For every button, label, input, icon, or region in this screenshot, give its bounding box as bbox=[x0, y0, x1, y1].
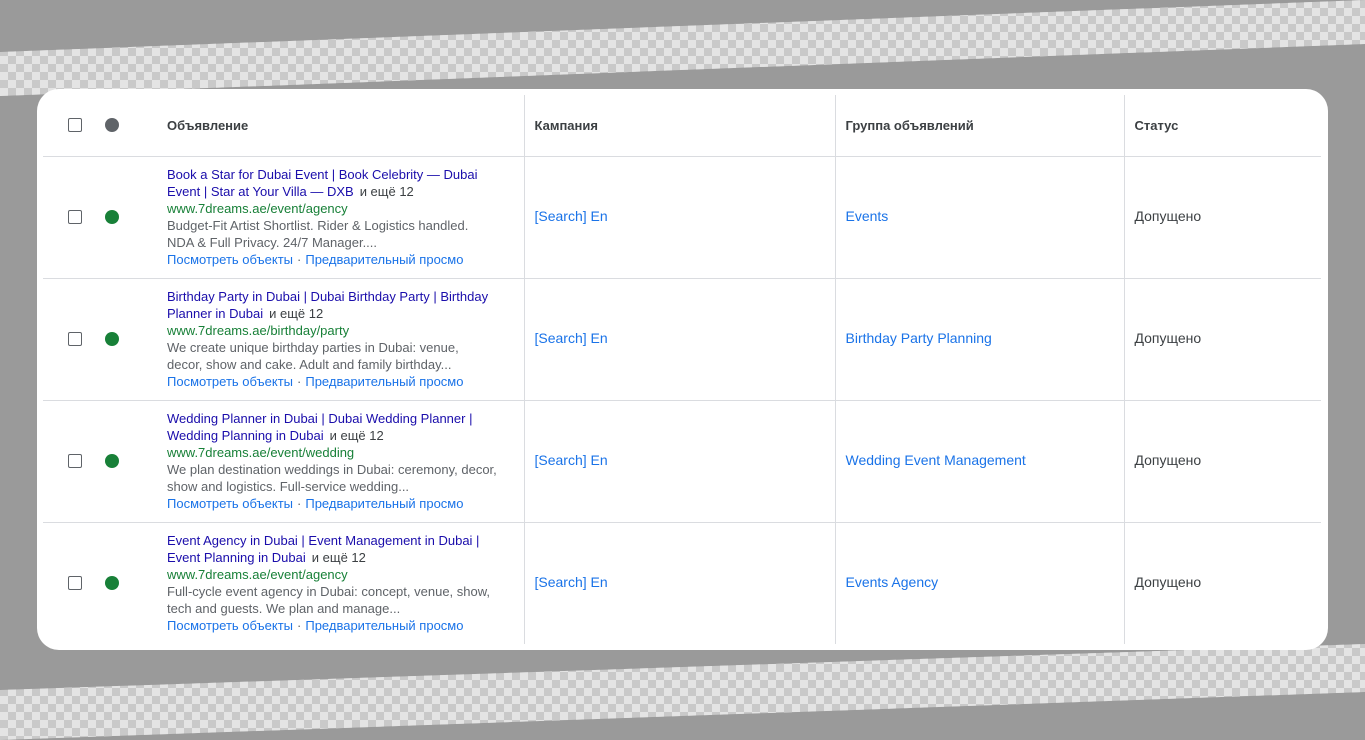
ad-description: Full-cycle event agency in Dubai: concep… bbox=[167, 584, 491, 617]
status-enabled-icon bbox=[105, 576, 119, 591]
ad-preview: Birthday Party in Dubai | Dubai Birthday… bbox=[167, 288, 497, 390]
adgroup-link[interactable]: Events Agency bbox=[846, 574, 939, 590]
preview-link[interactable]: Предварительный просмо bbox=[305, 618, 463, 633]
status-filter-icon[interactable] bbox=[105, 118, 119, 133]
campaign-link[interactable]: [Search] En bbox=[535, 330, 608, 346]
view-assets-link[interactable]: Посмотреть объекты bbox=[167, 618, 293, 633]
ad-more-headlines: и ещё 12 bbox=[359, 184, 414, 199]
link-separator: · bbox=[297, 252, 302, 267]
adgroup-link[interactable]: Birthday Party Planning bbox=[846, 330, 992, 346]
row-checkbox[interactable] bbox=[68, 210, 82, 224]
select-all-checkbox[interactable] bbox=[68, 118, 82, 133]
row-checkbox[interactable] bbox=[68, 332, 82, 346]
status-text: Допущено bbox=[1134, 330, 1202, 346]
campaign-link[interactable]: [Search] En bbox=[535, 208, 608, 224]
row-checkbox[interactable] bbox=[68, 576, 82, 591]
ad-display-url: www.7dreams.ae/event/agency bbox=[167, 201, 348, 216]
ad-display-url: www.7dreams.ae/event/agency bbox=[167, 567, 348, 583]
table-header-row: Объявление Кампания Группа объявлений Ст… bbox=[43, 95, 1321, 157]
status-enabled-icon bbox=[105, 210, 119, 224]
status-text: Допущено bbox=[1134, 574, 1202, 591]
link-separator: · bbox=[297, 618, 302, 634]
table-row: Event Agency in Dubai | Event Management… bbox=[43, 522, 1321, 644]
row-checkbox[interactable] bbox=[68, 454, 82, 468]
ad-preview: Wedding Planner in Dubai | Dubai Wedding… bbox=[167, 410, 497, 512]
adgroup-column-header[interactable]: Группа объявлений bbox=[835, 95, 1125, 157]
ad-description: Budget-Fit Artist Shortlist. Rider & Log… bbox=[167, 218, 469, 250]
ad-display-url: www.7dreams.ae/birthday/party bbox=[167, 323, 350, 338]
ad-description: We plan destination weddings in Dubai: c… bbox=[167, 462, 497, 494]
view-assets-link[interactable]: Посмотреть объекты bbox=[167, 374, 293, 389]
campaign-column-header[interactable]: Кампания bbox=[524, 95, 836, 157]
link-separator: · bbox=[297, 496, 302, 511]
ad-more-headlines: и ещё 12 bbox=[329, 428, 384, 443]
checkerboard-background-top bbox=[0, 0, 1365, 96]
status-enabled-icon bbox=[105, 454, 119, 468]
ad-description: We create unique birthday parties in Dub… bbox=[167, 340, 459, 372]
view-assets-link[interactable]: Посмотреть объекты bbox=[167, 496, 293, 511]
ad-preview: Book a Star for Dubai Event | Book Celeb… bbox=[167, 166, 497, 268]
select-all-cell bbox=[43, 95, 103, 157]
view-assets-link[interactable]: Посмотреть объекты bbox=[167, 252, 293, 267]
ad-column-header[interactable]: Объявление bbox=[167, 95, 525, 157]
adgroup-link[interactable]: Wedding Event Management bbox=[846, 452, 1026, 468]
ad-headline[interactable]: Book a Star for Dubai Event | Book Celeb… bbox=[167, 167, 477, 199]
checkerboard-background-bottom bbox=[0, 644, 1365, 740]
status-enabled-icon bbox=[105, 332, 119, 346]
table-row: Book a Star for Dubai Event | Book Celeb… bbox=[43, 156, 1321, 278]
preview-link[interactable]: Предварительный просмо bbox=[305, 252, 463, 267]
status-column-header[interactable]: Статус bbox=[1124, 95, 1321, 157]
status-text: Допущено bbox=[1134, 452, 1202, 468]
ad-more-headlines: и ещё 12 bbox=[311, 550, 366, 566]
ads-table-card: Объявление Кампания Группа объявлений Ст… bbox=[37, 89, 1328, 650]
table-row: Wedding Planner in Dubai | Dubai Wedding… bbox=[43, 400, 1321, 522]
ad-preview: Event Agency in Dubai | Event Management… bbox=[167, 532, 497, 634]
adgroup-link[interactable]: Events bbox=[846, 208, 889, 224]
preview-link[interactable]: Предварительный просмо bbox=[305, 496, 463, 511]
preview-link[interactable]: Предварительный просмо bbox=[305, 374, 463, 389]
campaign-link[interactable]: [Search] En bbox=[535, 452, 608, 468]
ad-more-headlines: и ещё 12 bbox=[269, 306, 324, 321]
status-dot-header-cell bbox=[103, 95, 167, 157]
table-row: Birthday Party in Dubai | Dubai Birthday… bbox=[43, 278, 1321, 400]
ad-headline[interactable]: Wedding Planner in Dubai | Dubai Wedding… bbox=[167, 411, 472, 443]
link-separator: · bbox=[297, 374, 302, 389]
status-text: Допущено bbox=[1134, 208, 1202, 224]
ad-headline[interactable]: Birthday Party in Dubai | Dubai Birthday… bbox=[167, 289, 488, 321]
campaign-link[interactable]: [Search] En bbox=[535, 574, 608, 590]
ad-display-url: www.7dreams.ae/event/wedding bbox=[167, 445, 355, 460]
ads-table: Объявление Кампания Группа объявлений Ст… bbox=[43, 95, 1321, 644]
